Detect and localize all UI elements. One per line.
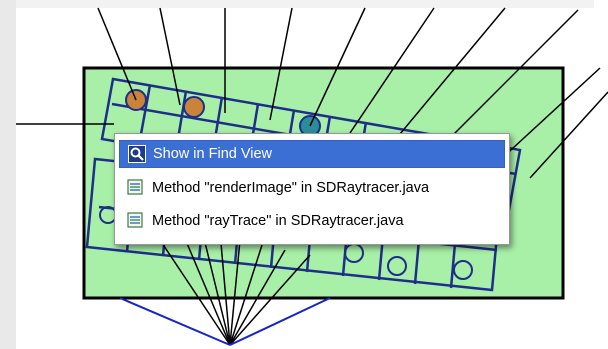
show-in-find-view-menu-item[interactable]: Show in Find View <box>119 140 505 168</box>
method-node[interactable] <box>183 96 205 118</box>
menu-item-label: Show in Find View <box>153 146 273 162</box>
method-icon <box>127 212 145 230</box>
context-menu: Show in Find View Method "renderImage" i… <box>114 133 510 245</box>
canvas-shadow-bottom <box>16 0 594 8</box>
find-view-icon <box>128 145 146 163</box>
canvas-shadow-left <box>0 0 16 349</box>
method-renderimage-menu-item[interactable]: Method "renderImage" in SDRaytracer.java <box>119 175 503 201</box>
method-raytrace-menu-item[interactable]: Method "rayTrace" in SDRaytracer.java <box>119 208 503 234</box>
menu-item-label: Method "renderImage" in SDRaytracer.java <box>152 180 430 196</box>
method-icon <box>127 179 145 197</box>
menu-item-label: Method "rayTrace" in SDRaytracer.java <box>152 213 404 229</box>
